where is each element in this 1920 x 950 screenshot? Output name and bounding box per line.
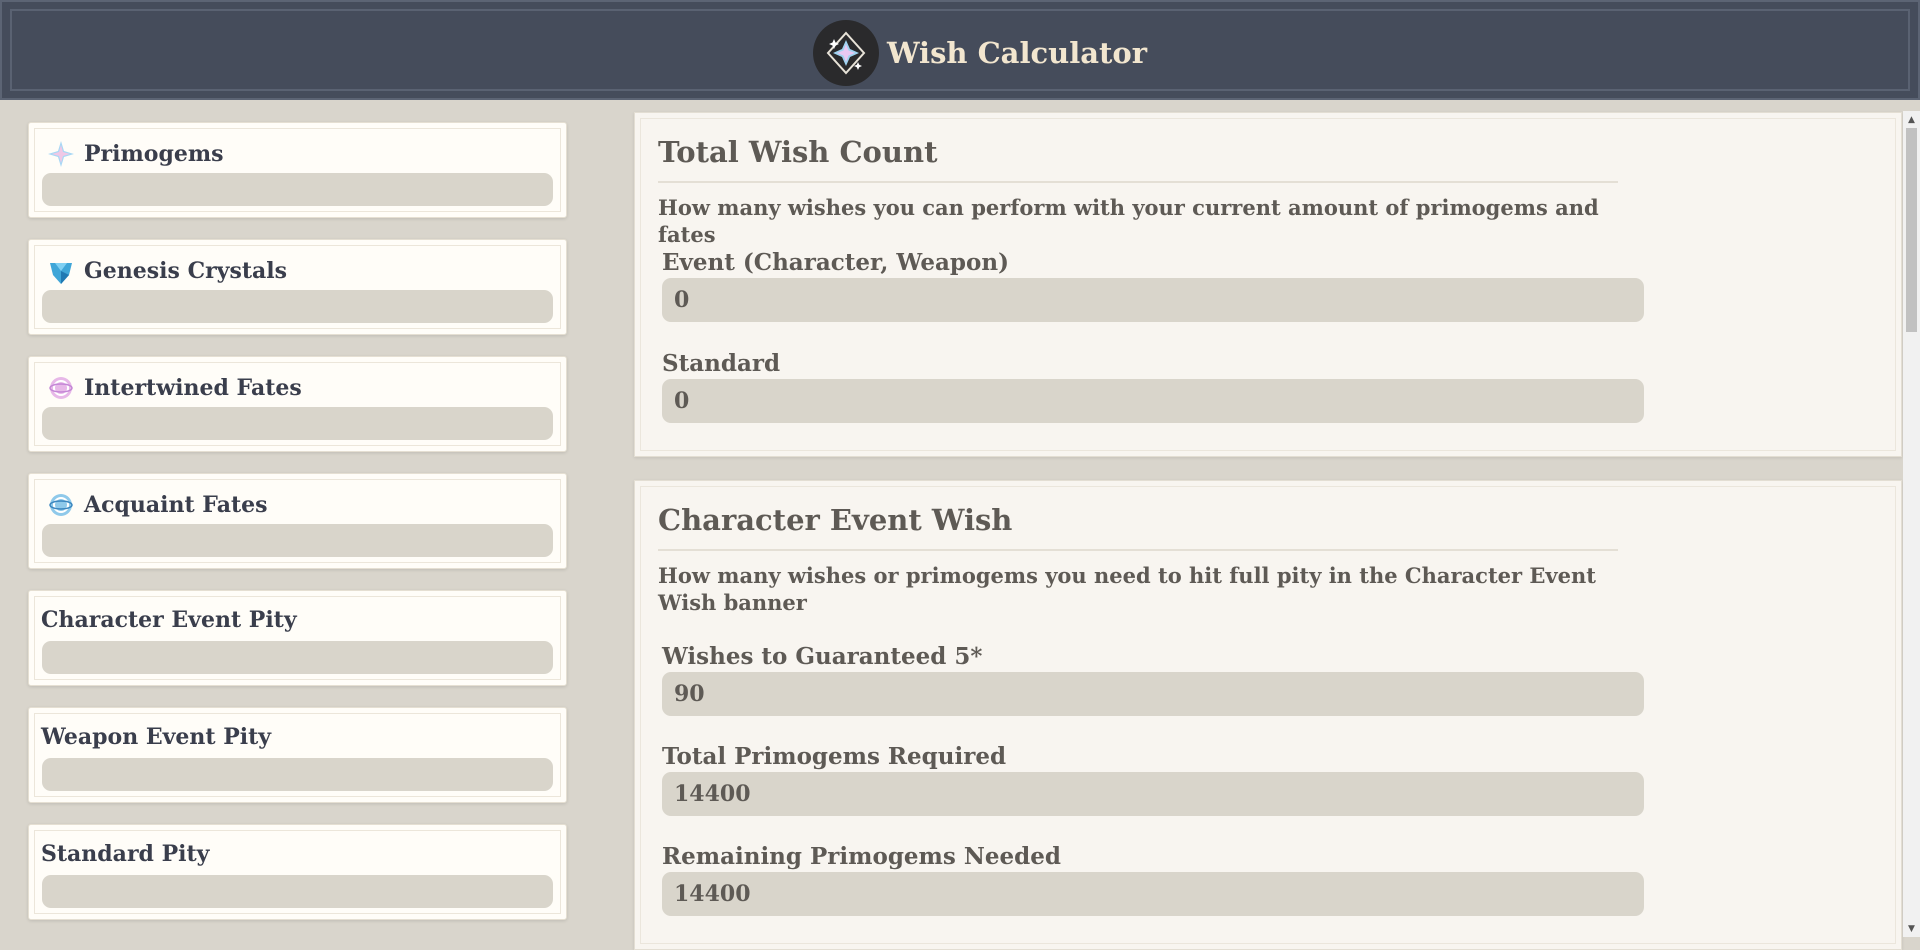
remaining-primogems-label: Remaining Primogems Needed bbox=[662, 843, 1061, 870]
genesis-crystals-input[interactable] bbox=[42, 290, 553, 323]
wishes-to-guaranteed-value: 90 bbox=[662, 672, 1644, 716]
weapon-event-pity-input[interactable] bbox=[42, 758, 553, 791]
standard-pity-label: Standard Pity bbox=[41, 841, 210, 867]
genesis-crystal-icon bbox=[46, 256, 76, 286]
character-event-pity-card: Character Event Pity bbox=[28, 590, 567, 686]
vertical-scrollbar[interactable]: ▲ ▼ bbox=[1903, 111, 1920, 937]
scroll-down-arrow-icon[interactable]: ▼ bbox=[1903, 920, 1920, 937]
primogems-label: Primogems bbox=[46, 139, 224, 169]
panel-title: Character Event Wish bbox=[658, 503, 1013, 537]
intertwined-fates-card: Intertwined Fates bbox=[28, 356, 567, 452]
character-event-pity-input[interactable] bbox=[42, 641, 553, 674]
divider bbox=[658, 181, 1618, 183]
intertwined-fate-icon bbox=[46, 373, 76, 403]
total-wish-count-panel: Total Wish Count How many wishes you can… bbox=[634, 112, 1902, 457]
remaining-primogems-value: 14400 bbox=[662, 872, 1644, 916]
event-wishes-value: 0 bbox=[662, 278, 1644, 322]
weapon-event-pity-card: Weapon Event Pity bbox=[28, 707, 567, 803]
acquaint-fates-input[interactable] bbox=[42, 524, 553, 557]
divider bbox=[658, 549, 1618, 551]
acquaint-fate-icon bbox=[46, 490, 76, 520]
brand: Wish Calculator bbox=[813, 20, 1147, 86]
scroll-up-arrow-icon[interactable]: ▲ bbox=[1903, 111, 1920, 128]
primogem-icon bbox=[46, 139, 76, 169]
total-primogems-required-value: 14400 bbox=[662, 772, 1644, 816]
panel-description: How many wishes you can perform with you… bbox=[658, 195, 1599, 247]
app-header: Wish Calculator bbox=[0, 0, 1920, 100]
scroll-thumb[interactable] bbox=[1906, 128, 1917, 332]
standard-wishes-label: Standard bbox=[662, 350, 781, 377]
genesis-crystals-label: Genesis Crystals bbox=[46, 256, 287, 286]
intertwined-fates-input[interactable] bbox=[42, 407, 553, 440]
acquaint-fates-card: Acquaint Fates bbox=[28, 473, 567, 569]
sparkle-star-icon bbox=[813, 20, 879, 86]
panel-description: How many wishes or primogems you need to… bbox=[658, 563, 1596, 615]
app-title: Wish Calculator bbox=[887, 36, 1148, 70]
standard-pity-card: Standard Pity bbox=[28, 824, 567, 920]
character-event-pity-label: Character Event Pity bbox=[41, 607, 297, 633]
standard-wishes-value: 0 bbox=[662, 379, 1644, 423]
character-event-wish-panel: Character Event Wish How many wishes or … bbox=[634, 480, 1902, 950]
wishes-to-guaranteed-label: Wishes to Guaranteed 5* bbox=[662, 643, 983, 670]
primogems-input[interactable] bbox=[42, 173, 553, 206]
panel-title: Total Wish Count bbox=[658, 135, 938, 169]
primogems-card: Primogems bbox=[28, 122, 567, 218]
total-primogems-required-label: Total Primogems Required bbox=[662, 743, 1007, 770]
event-wishes-label: Event (Character, Weapon) bbox=[662, 249, 1009, 276]
acquaint-fates-label: Acquaint Fates bbox=[46, 490, 268, 520]
genesis-crystals-card: Genesis Crystals bbox=[28, 239, 567, 335]
standard-pity-input[interactable] bbox=[42, 875, 553, 908]
weapon-event-pity-label: Weapon Event Pity bbox=[41, 724, 272, 750]
intertwined-fates-label: Intertwined Fates bbox=[46, 373, 302, 403]
